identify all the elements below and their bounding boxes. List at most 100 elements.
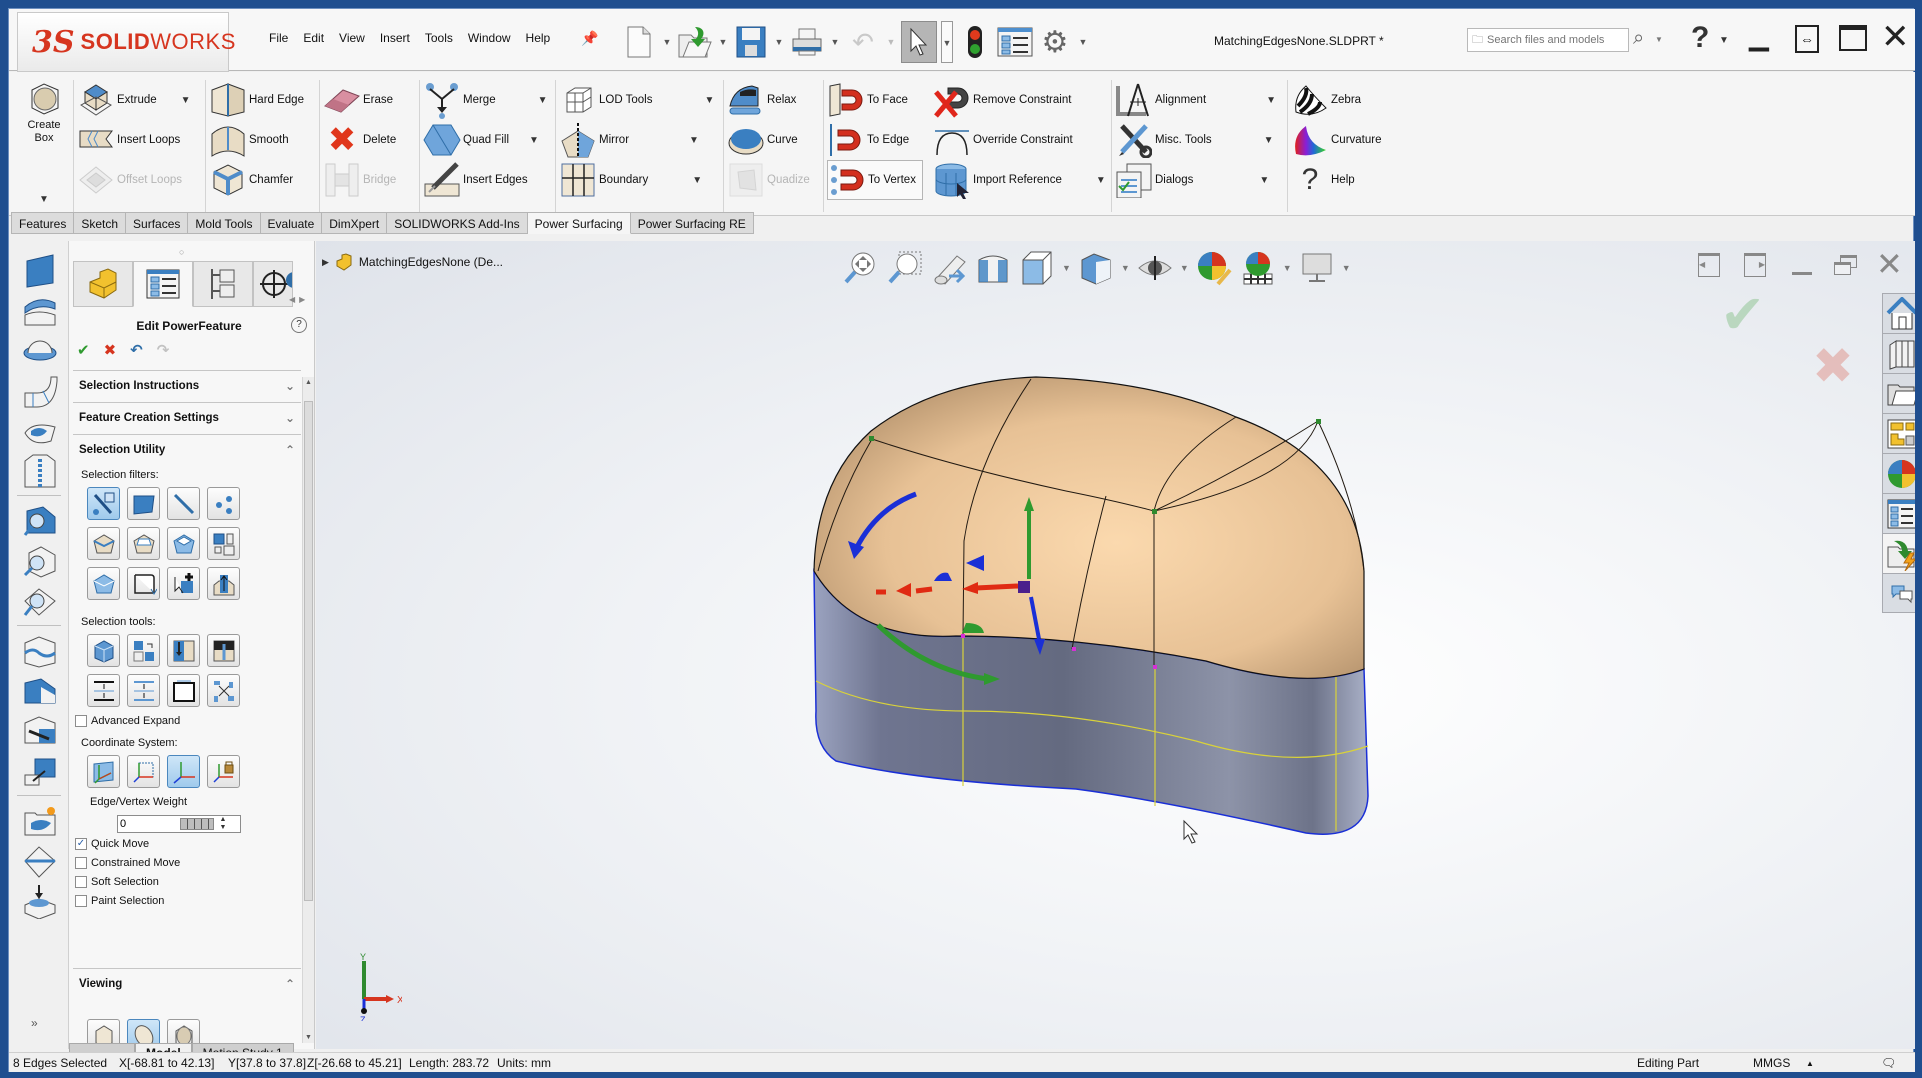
help-circle-icon[interactable]: ? (291, 317, 307, 333)
dialogs-dropdown[interactable]: ▼ (1259, 175, 1269, 186)
save-dropdown[interactable]: ▼ (773, 37, 785, 47)
new-document-button[interactable] (621, 21, 657, 63)
menu-help[interactable]: Help (526, 31, 551, 45)
extrude-button[interactable]: Extrude ▼ (77, 80, 191, 120)
quadize-button[interactable]: Quadize (727, 160, 810, 200)
import-reference-dropdown[interactable]: ▼ (1096, 175, 1106, 186)
erase-button[interactable]: Erase (323, 80, 396, 120)
tab-solidworks-add-ins[interactable]: SOLIDWORKS Add-Ins (387, 212, 528, 234)
select-dropdown[interactable]: ▼ (941, 21, 953, 63)
filter-vertices-button[interactable] (207, 487, 240, 520)
dimxpert-manager-tab[interactable] (253, 261, 293, 307)
alignment-dropdown[interactable]: ▼ (1266, 95, 1276, 106)
rebuild-button[interactable] (957, 21, 993, 63)
smooth-button[interactable]: Smooth (209, 120, 304, 160)
unit-system-selector[interactable]: MMGS (1753, 1056, 1790, 1070)
insert-edges-button[interactable]: Insert Edges (423, 160, 548, 200)
import-body-icon[interactable] (21, 883, 59, 919)
select-width-button[interactable] (167, 674, 200, 707)
minimize-icon[interactable]: ▁ (1749, 21, 1769, 52)
expand-toolbar-icon[interactable]: » (31, 1016, 38, 1030)
checkbox[interactable] (75, 895, 87, 907)
open-button[interactable] (677, 21, 713, 63)
plane-surface-icon[interactable] (21, 253, 59, 289)
coord-global-button[interactable] (167, 755, 200, 788)
ok-check-icon[interactable]: ✔ (77, 341, 90, 359)
scroll-right-icon[interactable]: ▶ (299, 295, 305, 304)
model-3d-view[interactable] (316, 241, 1915, 1049)
soft-selection-checkbox[interactable]: Soft Selection (75, 876, 159, 888)
file-properties-button[interactable] (997, 21, 1033, 63)
mirror-dropdown[interactable]: ▼ (689, 135, 699, 146)
dialogs-button[interactable]: Dialogs ▼ (1115, 160, 1276, 200)
select-ring-button[interactable] (127, 527, 160, 560)
graphics-area[interactable]: ▶ MatchingEdgesNone (De... ▼ ▼ ▼ ▼ ▼ ◀ ▶ (316, 241, 1915, 1049)
menu-view[interactable]: View (339, 31, 365, 45)
undo-dropdown[interactable]: ▼ (885, 37, 897, 47)
select-region-button[interactable] (87, 567, 120, 600)
boundary-button[interactable]: Boundary ▼ (559, 160, 714, 200)
edge-vertex-weight-field[interactable]: ▲▼ (117, 815, 241, 833)
tab-features[interactable]: Features (11, 212, 75, 234)
interference-check-icon[interactable] (21, 503, 59, 539)
pin-menu-icon[interactable]: 📌 (581, 30, 598, 47)
help-icon[interactable]: ? (1691, 21, 1709, 55)
search-input[interactable] (1487, 34, 1617, 46)
options-button[interactable]: ⚙ (1037, 21, 1073, 63)
curve-button[interactable]: Curve (727, 120, 810, 160)
section-viewing[interactable]: Viewing ⌃ (73, 968, 301, 998)
lod-tools-dropdown[interactable]: ▼ (704, 95, 714, 106)
sweep-surface-icon[interactable] (21, 373, 59, 409)
advanced-expand-checkbox[interactable]: Advanced Expand (75, 715, 180, 727)
merge-dropdown[interactable]: ▼ (538, 95, 548, 106)
solidworks-logo[interactable]: 3S SOLIDWORKS (17, 12, 235, 72)
paint-selection-checkbox[interactable]: Paint Selection (75, 895, 164, 907)
filter-edges-button[interactable] (167, 487, 200, 520)
scatter-select-button[interactable] (207, 674, 240, 707)
tab-sketch[interactable]: Sketch (74, 212, 127, 234)
boundary-dropdown[interactable]: ▼ (692, 175, 702, 186)
knit-surface-icon[interactable] (21, 453, 59, 489)
extrude-dropdown[interactable]: ▼ (181, 95, 191, 106)
offset-loops-button[interactable]: Offset Loops (77, 160, 191, 200)
weight-thumbwheel[interactable] (180, 818, 214, 830)
coord-locked-button[interactable] (207, 755, 240, 788)
insert-loops-button[interactable]: Insert Loops (77, 120, 191, 160)
cancel-x-icon[interactable]: ✖ (104, 341, 117, 359)
select-body-button[interactable] (87, 634, 120, 667)
select-pattern-button[interactable] (207, 527, 240, 560)
select-button[interactable] (901, 21, 937, 63)
constrained-move-checkbox[interactable]: Constrained Move (75, 857, 180, 869)
alignment-button[interactable]: Alignment ▼ (1115, 80, 1276, 120)
select-above-button[interactable] (87, 674, 120, 707)
save-button[interactable] (733, 21, 769, 63)
scroll-up-icon[interactable]: ▲ (305, 379, 312, 386)
invert-selection-button[interactable] (127, 634, 160, 667)
property-manager-tab[interactable] (133, 261, 193, 307)
quad-fill-button[interactable]: Quad Fill ▼ (423, 120, 548, 160)
split-surface-icon[interactable] (21, 633, 59, 669)
feature-manager-tab[interactable] (73, 261, 133, 307)
to-face-button[interactable]: To Face (827, 80, 923, 120)
select-below-button[interactable] (127, 674, 160, 707)
select-loop-button[interactable] (87, 527, 120, 560)
checkbox[interactable] (75, 857, 87, 869)
tab-power-surfacing-re[interactable]: Power Surfacing RE (630, 212, 754, 234)
revolve-surface-icon[interactable] (21, 333, 59, 369)
misc-tools-dropdown[interactable]: ▼ (1264, 135, 1274, 146)
checkbox[interactable] (75, 715, 87, 727)
delete-button[interactable]: ✖ Delete (323, 120, 397, 160)
tab-dimxpert[interactable]: DimXpert (322, 212, 388, 234)
open-dropdown[interactable]: ▼ (717, 37, 729, 47)
tab-surfaces[interactable]: Surfaces (126, 212, 189, 234)
tab-power-surfacing[interactable]: Power Surfacing (527, 212, 631, 234)
quick-move-checkbox[interactable]: ✓ Quick Move (75, 838, 149, 850)
quad-fill-dropdown[interactable]: ▼ (529, 135, 539, 146)
relax-button[interactable]: Relax (727, 80, 810, 120)
remove-constraint-button[interactable]: Remove Constraint (933, 80, 1106, 120)
mirror-button[interactable]: Mirror ▼ (559, 120, 714, 160)
scroll-down-icon[interactable]: ▼ (305, 1034, 312, 1041)
tile-window-icon[interactable]: ⇔ (1795, 25, 1819, 53)
to-vertex-button[interactable]: To Vertex (827, 160, 923, 200)
offset-surface-icon[interactable] (21, 753, 59, 789)
